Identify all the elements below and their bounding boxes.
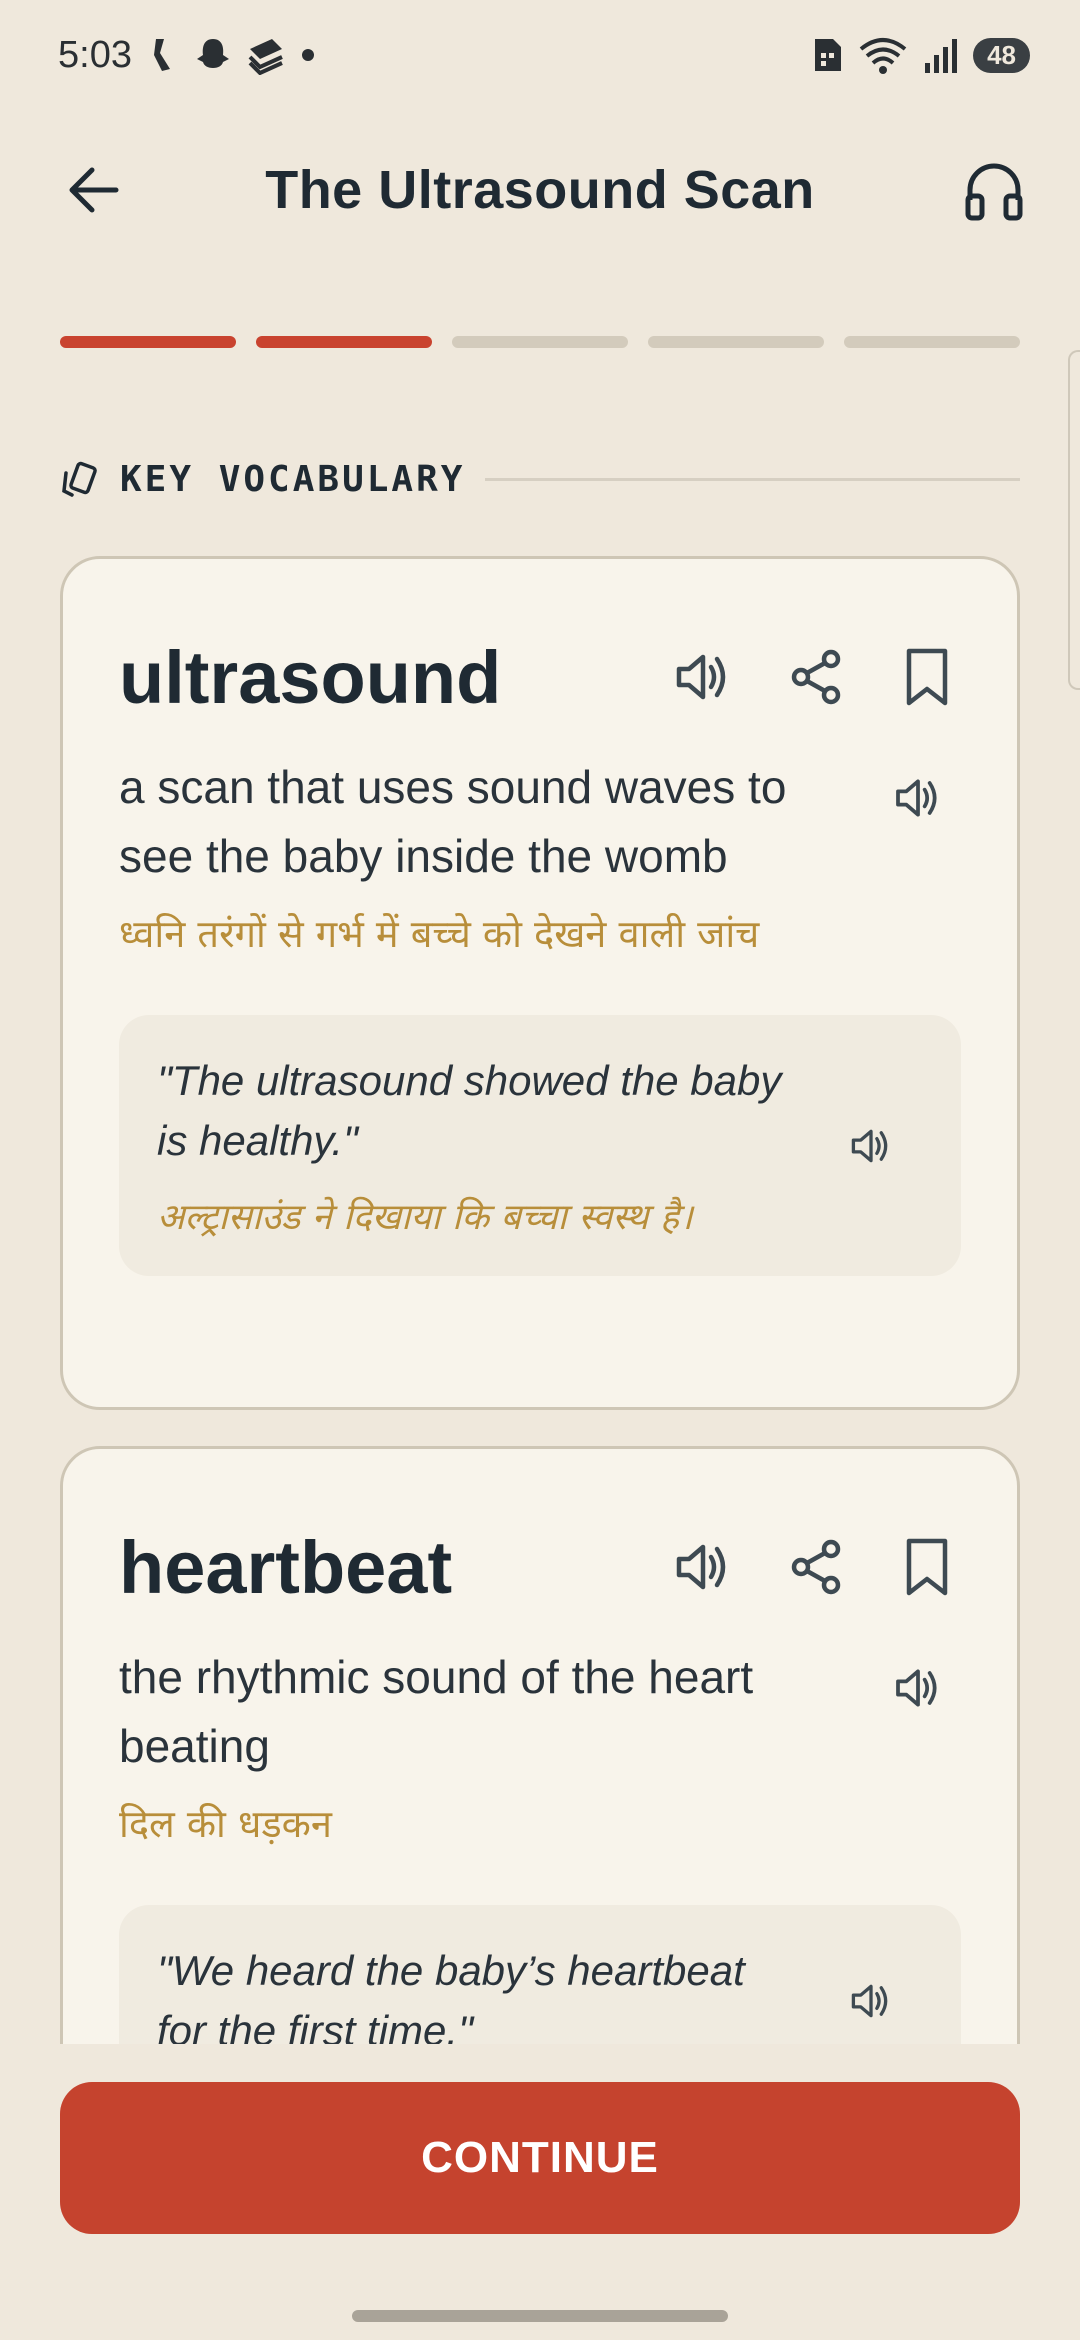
audio-button[interactable] bbox=[958, 154, 1030, 226]
word-actions bbox=[673, 1537, 953, 1597]
word-row: heartbeat bbox=[119, 1521, 961, 1613]
vocab-card: heartbeat the rhythmic sound of the hear… bbox=[60, 1446, 1020, 2146]
section-divider bbox=[485, 477, 1020, 481]
example-sentence: "The ultrasound showed the baby is healt… bbox=[157, 1057, 782, 1164]
word-actions bbox=[673, 647, 953, 707]
back-button[interactable] bbox=[58, 154, 130, 226]
back-arrow-icon bbox=[69, 167, 119, 213]
example-text: "We heard the baby’s heartbeat for the f… bbox=[157, 1941, 797, 2061]
progress-step-3 bbox=[452, 336, 628, 348]
share-icon[interactable] bbox=[787, 1537, 847, 1597]
example-speaker-icon[interactable] bbox=[849, 1979, 893, 2023]
status-time: 5:03 bbox=[58, 33, 132, 76]
speaker-icon[interactable] bbox=[673, 1537, 733, 1597]
example-text: "The ultrasound showed the baby is healt… bbox=[157, 1051, 797, 1240]
progress-step-5 bbox=[844, 336, 1020, 348]
progress-step-2 bbox=[256, 336, 432, 348]
headphones-icon bbox=[965, 163, 1023, 221]
definition-row: a scan that uses sound waves to see the … bbox=[119, 753, 961, 891]
status-notification-icons bbox=[150, 35, 316, 75]
layers-icon bbox=[248, 39, 283, 75]
status-right: 48 bbox=[811, 35, 1030, 75]
home-indicator[interactable] bbox=[352, 2310, 728, 2322]
definition-row: the rhythmic sound of the heart beating bbox=[119, 1643, 961, 1781]
vocab-definition: the rhythmic sound of the heart beating bbox=[119, 1651, 754, 1772]
section-label: KEY VOCABULARY bbox=[120, 458, 466, 500]
status-bar: 5:03 48 bbox=[0, 0, 1080, 110]
definition-speaker-icon[interactable] bbox=[893, 1663, 943, 1713]
page-title: The Ultrasound Scan bbox=[265, 160, 815, 220]
lesson-progress bbox=[60, 336, 1020, 348]
example-translation: अल्ट्रासाउंड ने दिखाया कि बच्चा स्वस्थ ह… bbox=[157, 1197, 693, 1238]
bookmark-icon[interactable] bbox=[901, 1537, 953, 1597]
wifi-icon bbox=[859, 38, 907, 74]
vocab-word: heartbeat bbox=[119, 1525, 453, 1609]
progress-step-4 bbox=[648, 336, 824, 348]
vocab-card: ultrasound a scan that uses sound waves … bbox=[60, 556, 1020, 1410]
snapchat-icon bbox=[196, 39, 229, 68]
vocab-definition: a scan that uses sound waves to see the … bbox=[119, 761, 787, 882]
speaker-icon[interactable] bbox=[673, 647, 733, 707]
continue-button[interactable]: CONTINUE bbox=[60, 2082, 1020, 2234]
word-row: ultrasound bbox=[119, 631, 961, 723]
section-header: KEY VOCABULARY bbox=[60, 452, 1020, 506]
vocab-word: ultrasound bbox=[119, 635, 502, 719]
definition-speaker-icon[interactable] bbox=[893, 773, 943, 823]
vocab-translation: दिल की धड़कन bbox=[119, 1802, 332, 1846]
call-icon bbox=[153, 39, 170, 71]
sim-icon bbox=[815, 39, 842, 71]
bookmark-icon[interactable] bbox=[901, 647, 953, 707]
example-box: "The ultrasound showed the baby is healt… bbox=[119, 1015, 961, 1276]
dot-icon bbox=[301, 49, 314, 61]
vocab-translation: ध्वनि तरंगों से गर्भ में बच्चे को देखने … bbox=[119, 912, 760, 956]
header: The Ultrasound Scan bbox=[0, 120, 1080, 260]
example-speaker-icon[interactable] bbox=[849, 1124, 893, 1168]
battery-icon: 48 bbox=[973, 37, 1030, 73]
progress-step-1 bbox=[60, 336, 236, 348]
cards-icon bbox=[62, 461, 97, 497]
scrollbar[interactable] bbox=[1068, 350, 1080, 690]
share-icon[interactable] bbox=[787, 647, 847, 707]
status-left: 5:03 bbox=[58, 34, 316, 77]
example-sentence: "We heard the baby’s heartbeat for the f… bbox=[157, 1947, 745, 2054]
signal-icon bbox=[925, 39, 958, 73]
